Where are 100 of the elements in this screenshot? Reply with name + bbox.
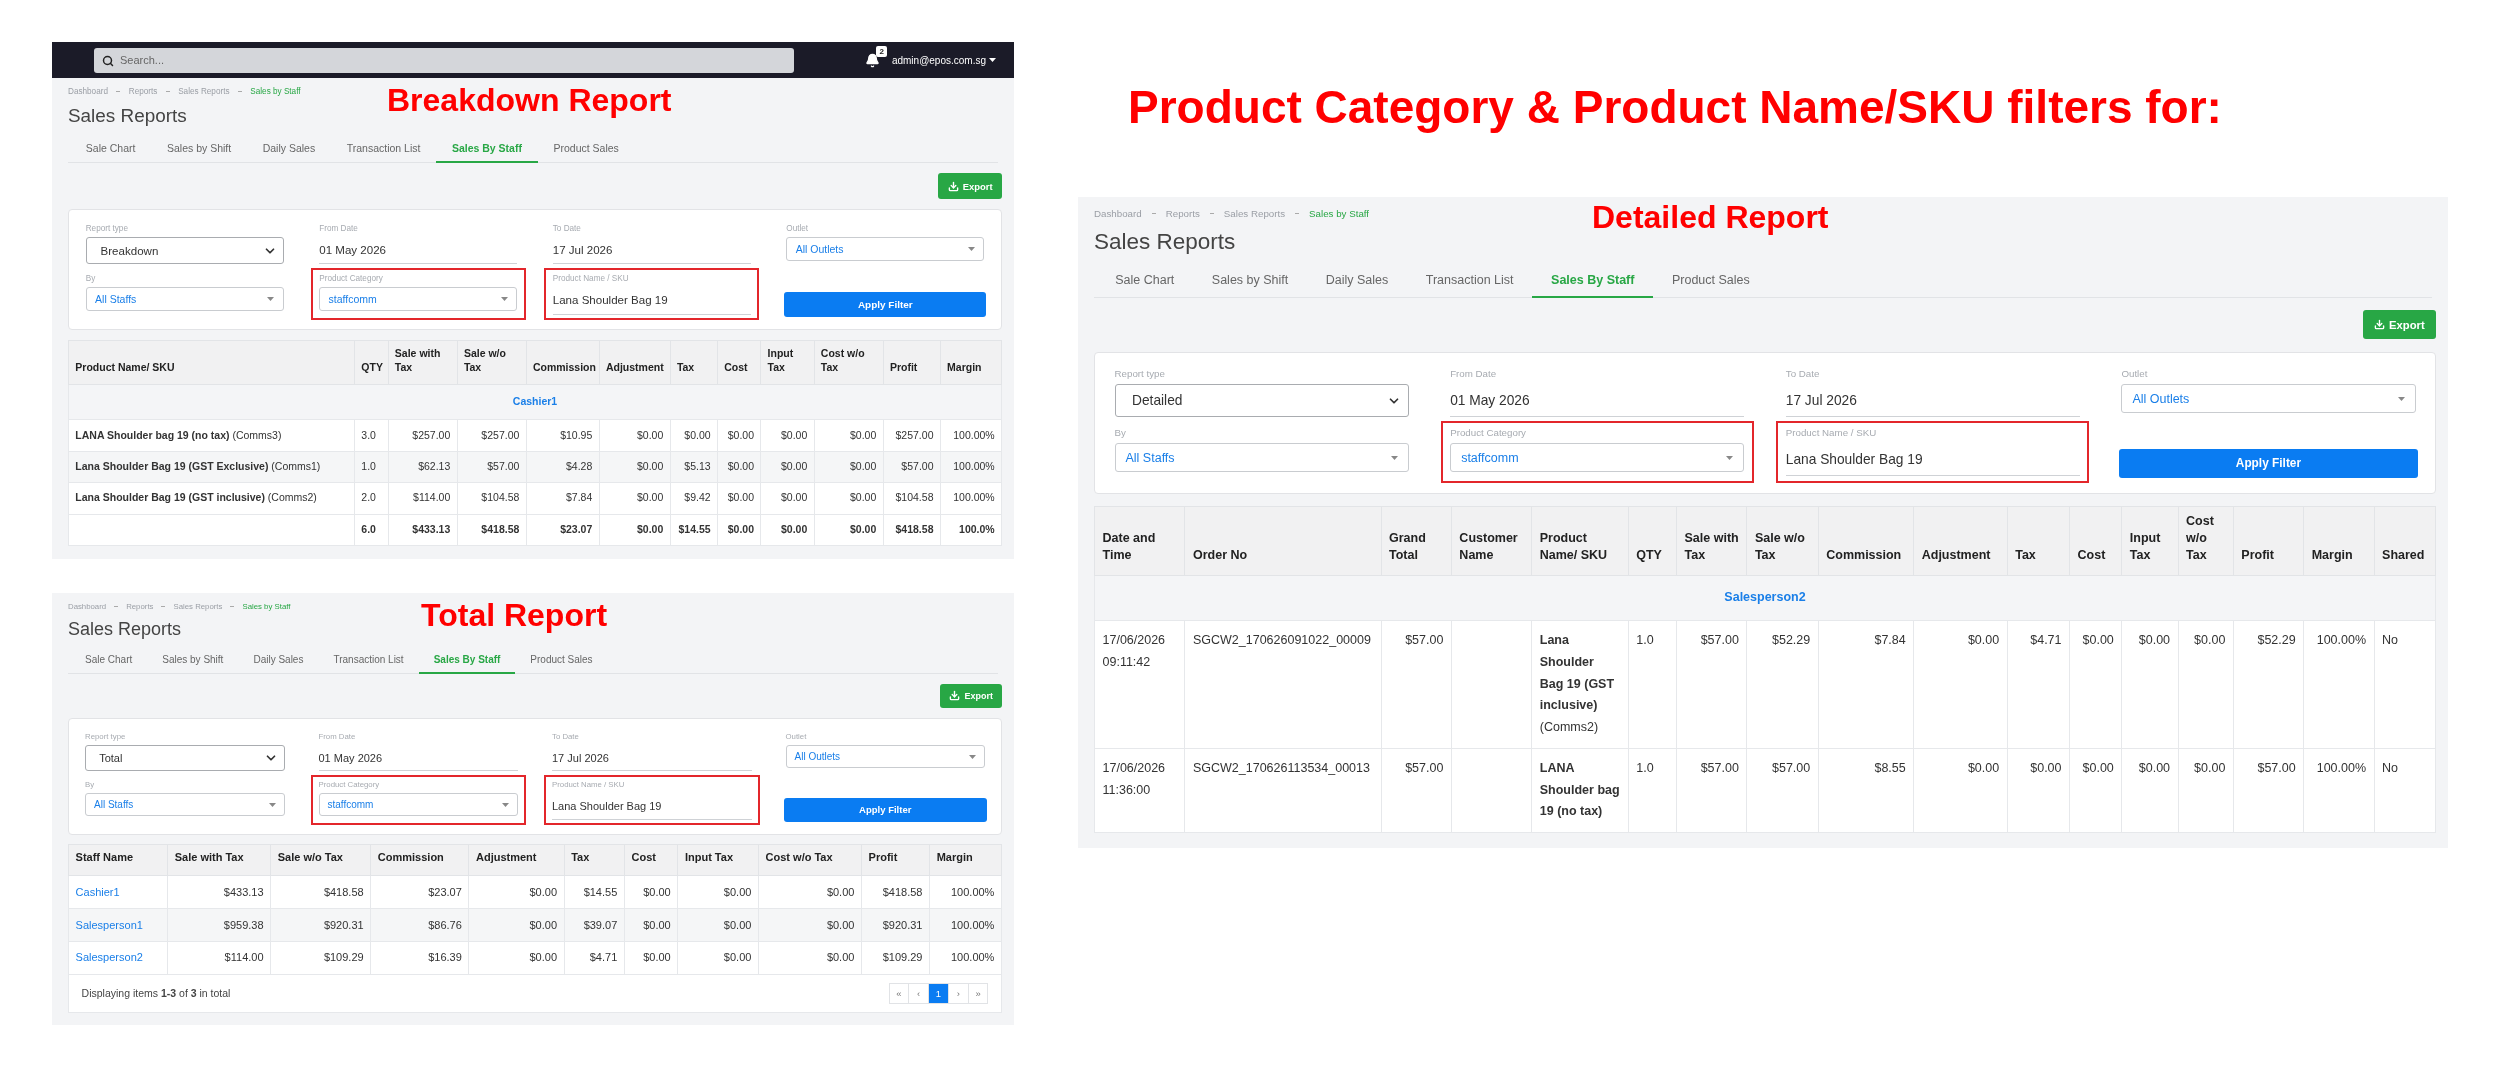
tab[interactable]: Transaction List	[318, 648, 419, 674]
tab[interactable]: Transaction List	[1407, 266, 1533, 298]
date-field[interactable]: 01 May 2026	[318, 745, 518, 772]
table-cell: $109.29	[270, 941, 371, 975]
total-cell: $418.58	[457, 514, 527, 546]
table-cell: $0.00	[1913, 620, 2008, 749]
tab[interactable]: Sale Chart	[70, 648, 148, 674]
dropdown-field[interactable]: All Outlets	[785, 745, 985, 769]
apply-filter-button[interactable]: Apply Filter	[2119, 448, 2418, 479]
dropdown-field[interactable]: All Staffs	[1114, 443, 1409, 472]
table-cell: $0.00	[677, 941, 759, 975]
caret-icon	[989, 58, 996, 62]
table-cell: $52.29	[2233, 620, 2304, 749]
breadcrumb-link[interactable]: Sales Reports	[178, 87, 230, 97]
breadcrumb-link[interactable]: Sales by Staff	[250, 87, 301, 97]
total-cell: $14.55	[670, 514, 718, 546]
table-cell: $0.00	[758, 908, 862, 942]
tab[interactable]: Daily Sales	[246, 136, 331, 163]
column-header: Input Tax	[677, 844, 759, 876]
date-field[interactable]: 17 Jul 2026	[552, 745, 752, 772]
column-header: Cost w/o Tax	[758, 844, 862, 876]
table-cell: 100.00%	[2303, 748, 2375, 833]
table-cell: $7.84	[1818, 620, 1914, 749]
column-header: Profit	[883, 340, 941, 385]
column-header: Shared	[2374, 506, 2436, 576]
table-cell: $104.58	[883, 482, 941, 515]
table-cell: $52.29	[1746, 620, 1819, 749]
tab[interactable]: Sale Chart	[1096, 266, 1194, 298]
dropdown-field[interactable]: staffcomm	[318, 793, 518, 817]
tab[interactable]: Sales by Shift	[1193, 266, 1307, 298]
table-cell: $57.00	[1746, 748, 1819, 833]
page-title: Sales Reports	[1094, 229, 1236, 256]
dropdown-field[interactable]: All Outlets	[2121, 384, 2416, 413]
breadcrumb-link[interactable]: Reports	[128, 87, 158, 97]
field-label: Report type	[85, 223, 129, 233]
page-button[interactable]: »	[967, 983, 989, 1004]
caret-icon	[267, 296, 275, 301]
tab[interactable]: Transaction List	[330, 136, 437, 163]
page-button[interactable]: ›	[947, 983, 969, 1004]
breadcrumb-link[interactable]: Dashboard	[1094, 208, 1142, 220]
tab[interactable]: Sale Chart	[70, 136, 152, 163]
tab[interactable]: Product Sales	[1653, 266, 1769, 298]
tab[interactable]: Sales By Staff	[436, 136, 538, 163]
tab[interactable]: Product Sales	[537, 136, 635, 163]
export-button[interactable]: Export	[938, 173, 1002, 199]
table-cell: 1.0	[1628, 748, 1677, 833]
dropdown-field[interactable]: Breakdown	[85, 236, 284, 265]
date-field[interactable]: 17 Jul 2026	[1785, 384, 2080, 418]
tab[interactable]: Daily Sales	[238, 648, 319, 674]
caret-icon	[1390, 455, 1398, 460]
tab[interactable]: Sales by Shift	[151, 136, 247, 163]
bell-icon[interactable]	[864, 52, 880, 68]
page-button[interactable]: 1	[928, 983, 949, 1004]
table-cell: $257.00	[388, 419, 458, 452]
search-icon	[102, 54, 114, 67]
table-cell: 100.00%	[929, 908, 1002, 942]
staff-link[interactable]: Salesperson2	[75, 951, 143, 964]
dropdown-field[interactable]: Detailed	[1114, 384, 1409, 418]
column-header: Sale with Tax	[388, 340, 458, 385]
apply-filter-button[interactable]: Apply Filter	[783, 798, 987, 822]
date-field[interactable]: 01 May 2026	[319, 236, 518, 265]
search-field[interactable]: Search...	[94, 47, 794, 73]
text-field[interactable]: Lana Shoulder Bag 19	[552, 793, 752, 820]
table-cell: $257.00	[883, 419, 941, 452]
field-label: By	[85, 273, 97, 283]
dropdown-field[interactable]: All Staffs	[85, 793, 285, 817]
breadcrumb-link[interactable]: Reports	[1165, 208, 1200, 220]
page-button[interactable]: ‹	[908, 983, 930, 1004]
column-header: Sale w/o Tax	[457, 340, 527, 385]
text-field[interactable]: Lana Shoulder Bag 19	[1785, 443, 2080, 477]
tab[interactable]: Sales By Staff	[418, 648, 516, 674]
column-header: Sale w/o Tax	[270, 844, 371, 876]
tab[interactable]: Daily Sales	[1307, 266, 1408, 298]
dropdown-field[interactable]: All Outlets	[786, 236, 985, 261]
dropdown-field[interactable]: staffcomm	[319, 286, 518, 311]
staff-link[interactable]: Salesperson1	[75, 918, 143, 931]
page-button[interactable]: «	[888, 983, 910, 1004]
table-cell: $257.00	[457, 419, 527, 452]
dropdown-field[interactable]: Total	[85, 745, 285, 772]
table-cell: $109.29	[861, 941, 930, 975]
export-button[interactable]: Export	[940, 683, 1002, 709]
tab[interactable]: Product Sales	[515, 648, 608, 674]
table-cell: $920.31	[861, 908, 930, 942]
date-field[interactable]: 17 Jul 2026	[552, 236, 751, 265]
text-field[interactable]: Lana Shoulder Bag 19	[552, 286, 751, 315]
apply-filter-button[interactable]: Apply Filter	[784, 291, 987, 317]
breadcrumb-link[interactable]: Dashboard	[68, 87, 108, 97]
user-menu[interactable]: admin@epos.com.sg	[891, 54, 996, 66]
breadcrumb-link[interactable]: Sales Reports	[1223, 208, 1286, 220]
date-field[interactable]: 01 May 2026	[1450, 384, 1745, 418]
breadcrumb-link[interactable]: Sales by Staff	[1309, 208, 1370, 220]
tab[interactable]: Sales by Shift	[147, 648, 239, 674]
total-cell: $433.13	[388, 514, 458, 546]
tab[interactable]: Sales By Staff	[1532, 266, 1654, 298]
dropdown-field[interactable]: staffcomm	[1450, 443, 1745, 472]
dropdown-field[interactable]: All Staffs	[85, 286, 284, 311]
table-cell: $5.13	[670, 451, 718, 483]
table-cell: 17/06/2026 09:11:42	[1094, 620, 1185, 749]
staff-link[interactable]: Cashier1	[75, 885, 120, 898]
export-button[interactable]: Export	[2362, 310, 2436, 339]
